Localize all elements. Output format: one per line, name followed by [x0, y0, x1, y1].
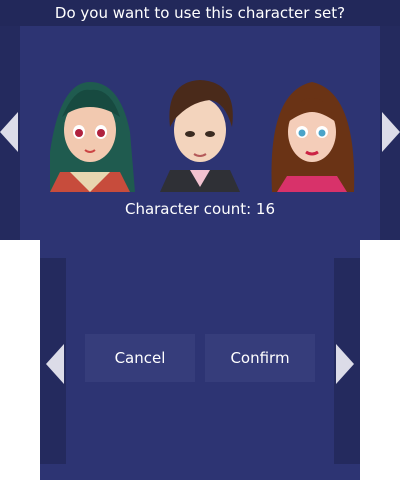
- chevron-right-icon[interactable]: [336, 344, 354, 384]
- chevron-right-icon[interactable]: [382, 112, 400, 152]
- prompt-question: Do you want to use this character set?: [0, 0, 400, 26]
- top-screen: Do you want to use this character set? C…: [0, 0, 400, 240]
- chevron-left-icon[interactable]: [0, 112, 18, 152]
- cancel-button[interactable]: Cancel: [85, 334, 195, 382]
- bottom-screen: Cancel Confirm: [40, 240, 360, 480]
- confirm-button[interactable]: Confirm: [205, 334, 315, 382]
- character-count: Character count: 16: [124, 200, 276, 218]
- character-portrait-brown-hair-female[interactable]: [262, 72, 362, 192]
- character-portrait-green-hair[interactable]: [40, 72, 140, 192]
- chevron-left-icon[interactable]: [46, 344, 64, 384]
- character-portrait-brown-hair-male[interactable]: [150, 72, 250, 192]
